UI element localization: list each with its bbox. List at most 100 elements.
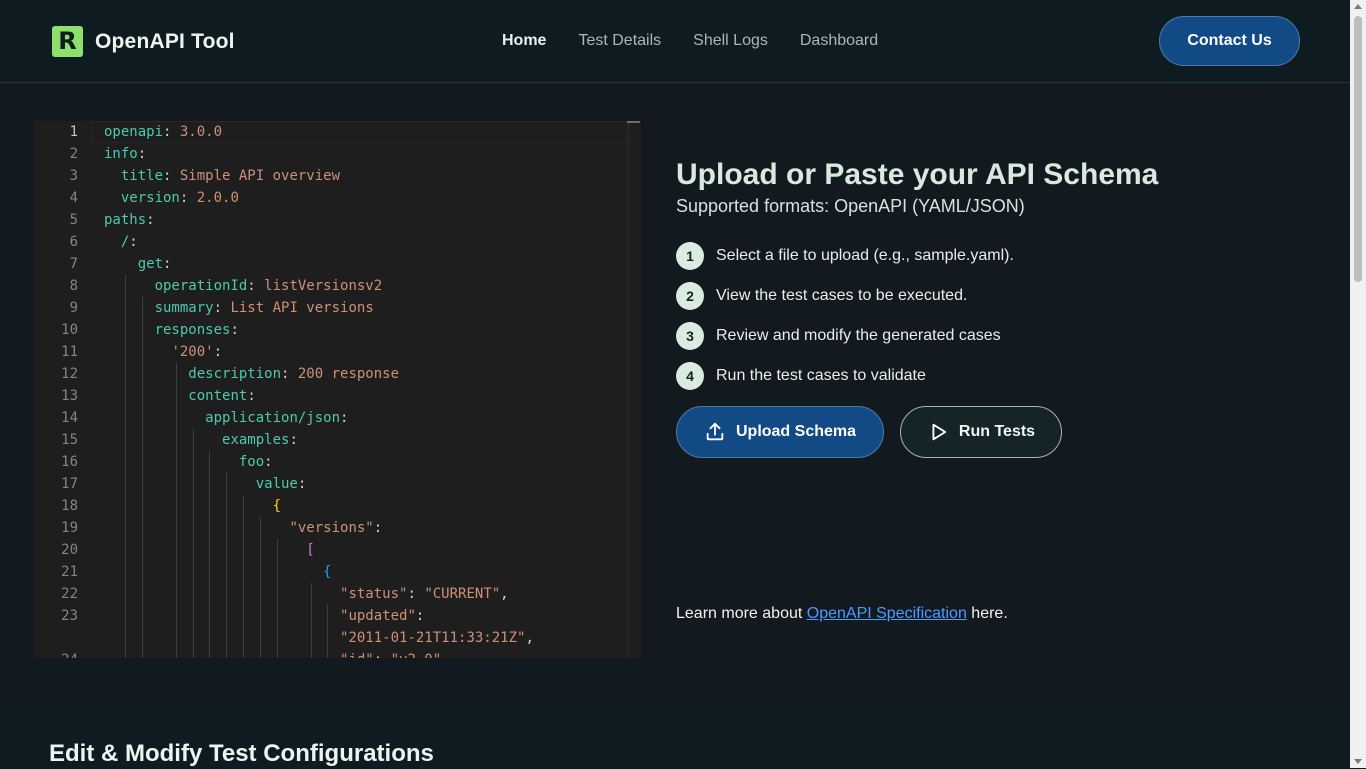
main-nav: Home Test Details Shell Logs Dashboard — [502, 32, 878, 50]
upload-schema-button[interactable]: Upload Schema — [676, 406, 884, 458]
step-number: 2 — [676, 282, 704, 310]
learn-more-text: Learn more about OpenAPI Specification h… — [676, 605, 1008, 623]
code-text: "updated": — [340, 608, 425, 624]
code-text: foo: — [238, 454, 273, 470]
line-number: 19 — [61, 520, 78, 536]
line-number: 12 — [61, 366, 78, 382]
line-number: 7 — [69, 256, 78, 272]
line-number: 6 — [69, 234, 78, 250]
line-number: 1 — [69, 124, 78, 140]
code-text: operationId: listVersionsv2 — [154, 278, 383, 294]
line-number: 15 — [61, 432, 78, 448]
indent-guide — [243, 495, 245, 658]
learn-prefix: Learn more about — [676, 605, 807, 622]
code-text: info: — [104, 146, 147, 162]
nav-home[interactable]: Home — [502, 32, 546, 50]
code-line[interactable]: 6 /: — [34, 231, 641, 253]
line-number: 10 — [61, 322, 78, 338]
line-number: 22 — [61, 586, 78, 602]
nav-shell-logs[interactable]: Shell Logs — [693, 32, 768, 50]
scroll-up-icon[interactable] — [1354, 4, 1362, 9]
code-text: application/json: — [205, 410, 349, 426]
code-line[interactable]: 3 title: Simple API overview — [34, 165, 641, 187]
line-number: 9 — [69, 300, 78, 316]
code-line[interactable]: 4 version: 2.0.0 — [34, 187, 641, 209]
nav-dashboard[interactable]: Dashboard — [800, 32, 878, 50]
code-text: "status": "CURRENT", — [340, 586, 509, 602]
step-item: 1 Select a file to upload (e.g., sample.… — [676, 236, 1316, 276]
code-text: paths: — [104, 212, 155, 228]
indent-guide — [259, 517, 261, 658]
upload-panel: Upload or Paste your API Schema Supporte… — [676, 156, 1316, 458]
code-line[interactable]: 2 info: — [34, 143, 641, 165]
code-text: { — [323, 564, 332, 580]
panel-subtitle: Supported formats: OpenAPI (YAML/JSON) — [676, 196, 1025, 216]
code-text: get: — [137, 256, 172, 272]
code-text: title: Simple API overview — [120, 168, 341, 184]
brand[interactable]: R OpenAPI Tool — [52, 26, 235, 57]
line-number: 11 — [61, 344, 78, 360]
indent-guide — [310, 583, 312, 658]
steps-list: 1 Select a file to upload (e.g., sample.… — [676, 236, 1316, 396]
nav-test-details[interactable]: Test Details — [578, 32, 661, 50]
upload-icon — [706, 422, 724, 441]
line-number: 14 — [61, 410, 78, 426]
code-text: '200': — [171, 344, 223, 360]
upload-schema-label: Upload Schema — [735, 423, 857, 440]
learn-suffix: here. — [966, 605, 1008, 622]
line-number: 24 — [34, 649, 78, 658]
contact-us-button[interactable]: Contact Us — [1159, 16, 1300, 66]
code-line[interactable]: 1 openapi: 3.0.0 — [34, 121, 641, 143]
step-number: 3 — [676, 322, 704, 350]
page-scrollbar[interactable] — [1350, 0, 1366, 768]
code-line[interactable]: 5 paths: — [34, 209, 641, 231]
action-buttons: Upload Schema Run Tests — [676, 406, 1316, 458]
step-text: Run the test cases to validate — [716, 367, 926, 384]
line-number: 3 — [69, 168, 78, 184]
indent-guide — [141, 297, 143, 658]
run-tests-button[interactable]: Run Tests — [900, 406, 1062, 458]
step-text: Review and modify the generated cases — [716, 327, 1001, 344]
indent-guide — [226, 473, 228, 658]
line-number: 17 — [61, 476, 78, 492]
step-item: 3 Review and modify the generated cases — [676, 316, 1316, 356]
line-number: 21 — [61, 564, 78, 580]
run-tests-label: Run Tests — [958, 423, 1036, 440]
panel-title: Upload or Paste your API Schema — [676, 158, 1159, 191]
line-number: 23 — [61, 608, 78, 624]
line-number: 13 — [61, 388, 78, 404]
line-number: 2 — [69, 146, 78, 162]
code-text: /: — [120, 234, 138, 250]
code-text: "2011-01-21T11:33:21Z", — [340, 630, 534, 646]
step-number: 1 — [676, 242, 704, 270]
scroll-down-icon[interactable] — [1354, 759, 1362, 764]
indent-guide — [327, 605, 329, 658]
line-number: 4 — [69, 190, 78, 206]
indent-guide — [125, 275, 127, 658]
play-icon — [932, 423, 947, 441]
code-text: "id": "v2.0" — [104, 649, 441, 658]
step-item: 4 Run the test cases to validate — [676, 356, 1316, 396]
code-text: openapi: 3.0.0 — [104, 124, 223, 140]
step-text: Select a file to upload (e.g., sample.ya… — [716, 247, 1014, 264]
code-text: examples: — [222, 432, 298, 448]
line-number: 20 — [61, 542, 78, 558]
code-text: summary: List API versions — [154, 300, 374, 316]
page-scroll-thumb[interactable] — [1354, 16, 1362, 282]
code-text: content: — [188, 388, 256, 404]
indent-guide — [175, 363, 177, 658]
section-title: Edit & Modify Test Configurations — [49, 740, 434, 767]
line-number: 8 — [69, 278, 78, 294]
step-item: 2 View the test cases to be executed. — [676, 276, 1316, 316]
line-number: 5 — [69, 212, 78, 228]
code-text: version: 2.0.0 — [120, 190, 239, 206]
schema-code-editor[interactable]: 1 openapi: 3.0.0 2 info: 3 title: Simple API… — [34, 121, 641, 658]
openapi-spec-link[interactable]: OpenAPI Specification — [807, 605, 967, 622]
indent-guide — [192, 429, 194, 658]
code-text: value: — [255, 476, 307, 492]
indent-guide — [276, 539, 278, 658]
indent-guide — [209, 451, 211, 658]
top-navbar: R OpenAPI Tool Home Test Details Shell L… — [0, 0, 1350, 83]
step-text: View the test cases to be executed. — [716, 287, 968, 304]
code-line[interactable]: 7 get: — [34, 253, 641, 275]
